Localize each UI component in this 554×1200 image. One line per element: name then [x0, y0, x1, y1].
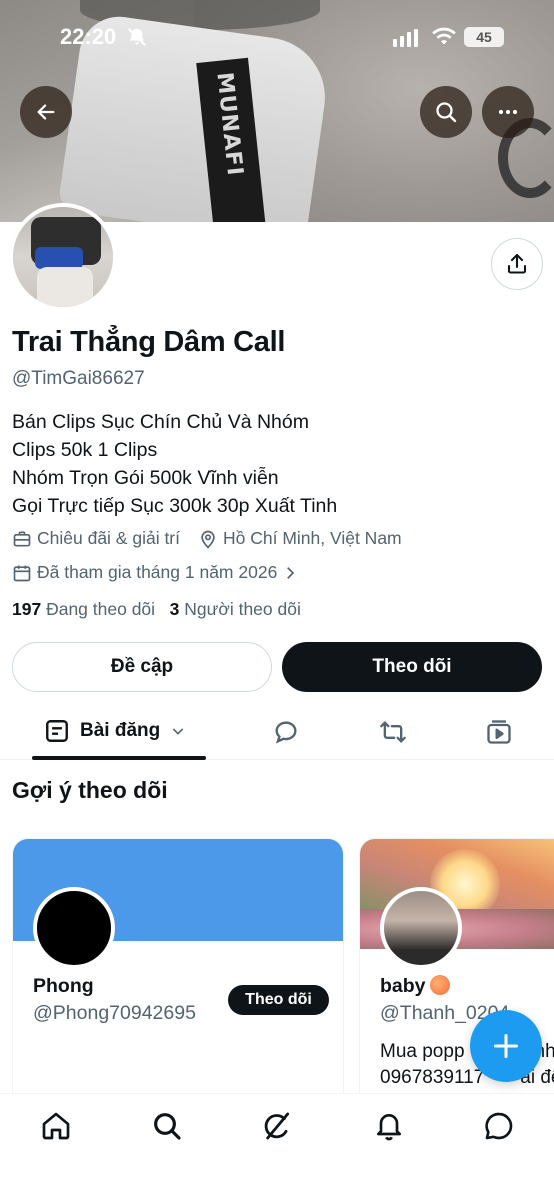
profile-avatar[interactable]: [9, 203, 117, 311]
cellular-signal-icon: [393, 29, 418, 47]
bell-icon[interactable]: [373, 1110, 405, 1142]
profile-meta: Chiêu đãi & giải trí Hồ Chí Minh, Việt N…: [12, 528, 402, 549]
avatar[interactable]: [380, 887, 462, 969]
suggestion-name: baby: [380, 975, 450, 998]
bio-line: Gọi Trực tiếp Sục 300k 30p Xuất Tinh: [12, 495, 338, 517]
location-pin-icon: [201, 530, 215, 548]
followers-link[interactable]: 3 Người theo dõi: [170, 599, 301, 619]
search-icon: [436, 102, 457, 123]
search-icon[interactable]: [151, 1110, 183, 1142]
battery-indicator: 45: [464, 27, 504, 47]
suggestion-card[interactable]: Phong @Phong70942695 Theo dõi: [12, 838, 344, 1108]
suggestions-title: Gợi ý theo dõi: [12, 777, 168, 803]
status-bar: 22:20 45: [0, 0, 554, 70]
more-button[interactable]: [482, 86, 534, 138]
bottom-navigation: [0, 1093, 554, 1200]
profile-joined: Đã tham gia tháng 1 năm 2026: [37, 562, 278, 582]
bio-line: Clips 50k 1 Clips: [12, 439, 158, 461]
status-time: 22:20: [60, 24, 117, 49]
wifi-icon: [432, 27, 456, 45]
bio-line: Bán Clips Sục Chín Chủ Và Nhóm: [12, 411, 309, 433]
profile-location: Hồ Chí Minh, Việt Nam: [223, 528, 402, 548]
follow-button[interactable]: Theo dõi: [282, 642, 542, 692]
profile-joined-row[interactable]: Đã tham gia tháng 1 năm 2026: [12, 562, 304, 583]
share-button[interactable]: [491, 238, 543, 290]
calendar-icon: [13, 565, 31, 581]
mention-button[interactable]: Đề cập: [12, 642, 272, 692]
suggestion-handle: @Phong70942695: [33, 1002, 196, 1024]
bell-slash-icon: [128, 28, 146, 46]
profile-tabs: Bài đăng: [0, 706, 554, 760]
tab-posts[interactable]: Bài đăng: [44, 718, 196, 744]
follow-counts: 197 Đang theo dõi 3 Người theo dõi: [12, 599, 301, 620]
compose-button[interactable]: [470, 1010, 542, 1082]
share-icon: [507, 253, 527, 274]
posts-icon: [46, 720, 68, 742]
grok-icon[interactable]: [261, 1110, 293, 1142]
tab-posts-label: Bài đăng: [80, 720, 161, 741]
profile-bio: Bán Clips Sục Chín Chủ Và Nhóm Clips 50k…: [12, 408, 337, 520]
profile-handle: @TimGai86627: [12, 368, 145, 389]
following-link[interactable]: 197 Đang theo dõi: [12, 599, 155, 619]
profile-name: Trai Thẳng Dâm Call: [12, 326, 286, 358]
more-horizontal-icon: [498, 109, 518, 115]
arrow-left-icon: [37, 104, 55, 120]
chevron-down-icon: [173, 728, 184, 735]
bio-line: Nhóm Trọn Gói 500k Vĩnh viễn: [12, 467, 279, 489]
plus-icon: [493, 1033, 519, 1059]
media-icon[interactable]: [485, 718, 513, 746]
back-button[interactable]: [20, 86, 72, 138]
reply-icon[interactable]: [272, 718, 300, 746]
home-icon[interactable]: [40, 1110, 72, 1142]
messages-icon[interactable]: [483, 1110, 515, 1142]
profile-category: Chiêu đãi & giải trí: [37, 528, 180, 548]
avatar[interactable]: [33, 887, 115, 969]
chevron-right-icon: [287, 566, 295, 579]
search-button[interactable]: [420, 86, 472, 138]
repost-icon[interactable]: [378, 718, 408, 746]
suggestion-name: Phong: [33, 975, 94, 997]
peach-emoji-icon: [429, 975, 450, 995]
suggestion-follow-button[interactable]: Theo dõi: [228, 985, 329, 1015]
active-tab-indicator: [32, 756, 206, 760]
briefcase-icon: [13, 531, 31, 546]
